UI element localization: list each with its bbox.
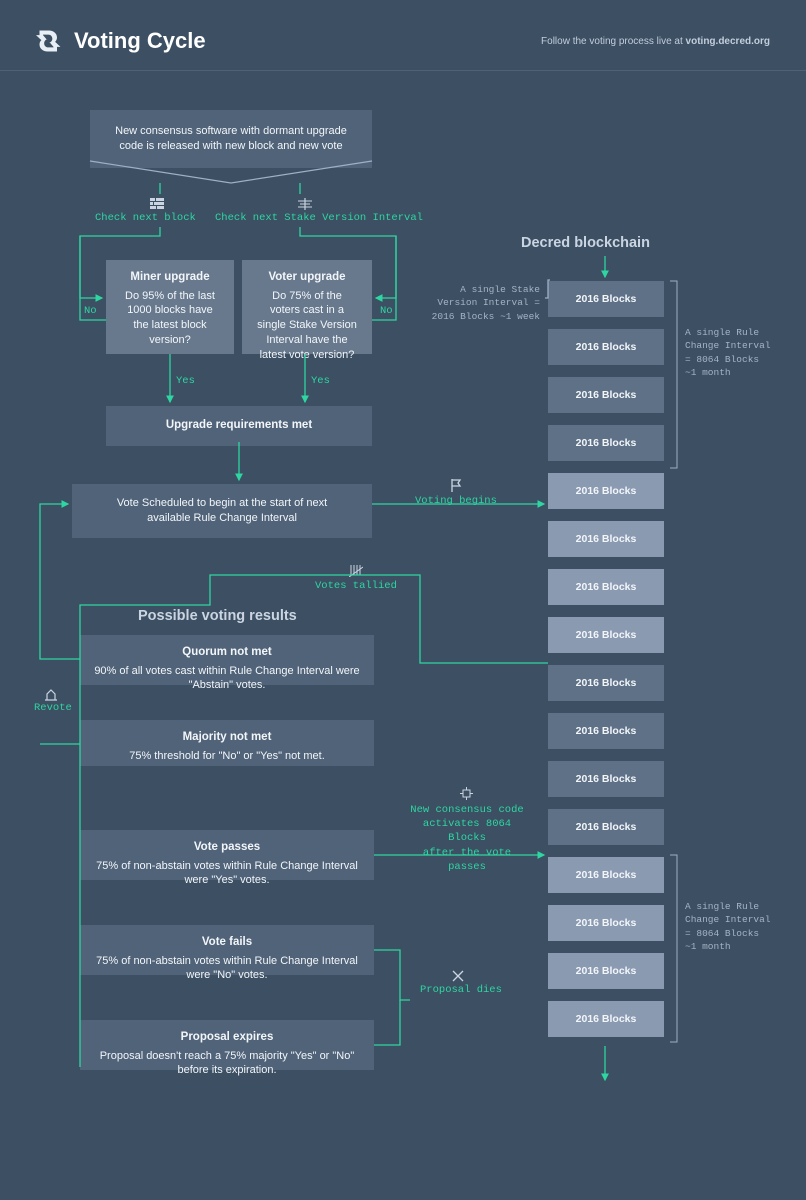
subtitle-link[interactable]: voting.decred.org (686, 36, 770, 47)
connectors (0, 80, 806, 1200)
decred-logo-icon (36, 29, 64, 53)
header: Voting Cycle Follow the voting process l… (0, 0, 806, 71)
page-title: Voting Cycle (74, 28, 206, 54)
subtitle: Follow the voting process live at voting… (541, 36, 770, 47)
